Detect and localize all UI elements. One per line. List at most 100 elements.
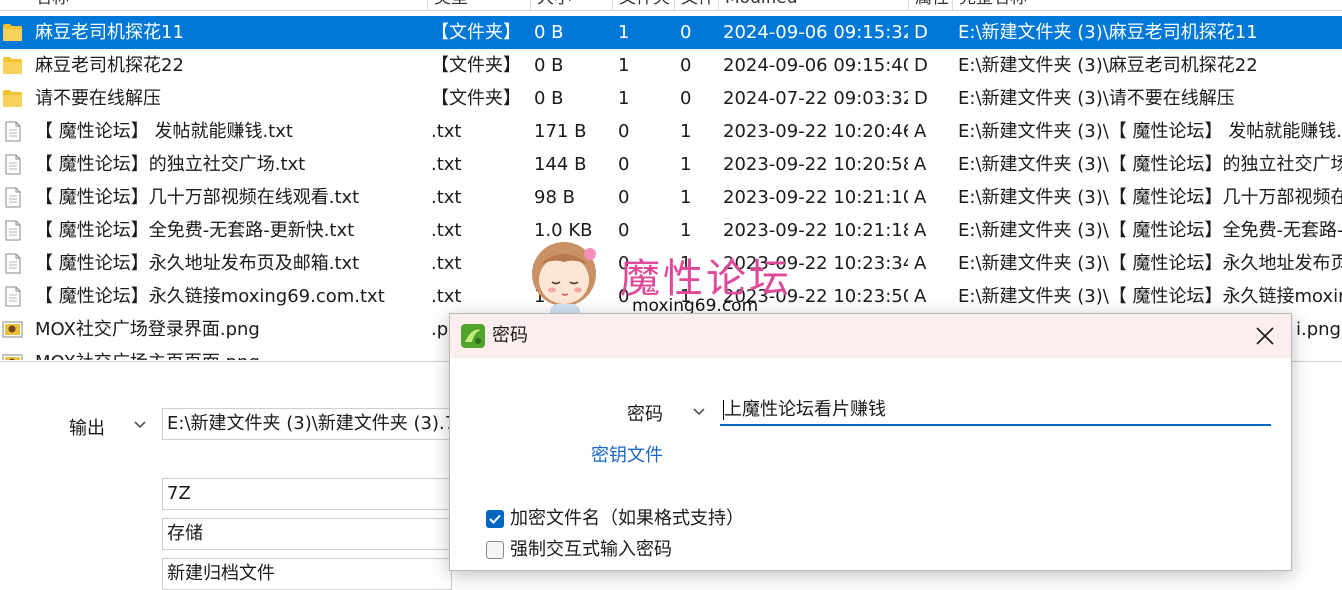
column-header-fullname[interactable]: 完整名称 bbox=[952, 0, 1342, 10]
file-type: .txt bbox=[431, 154, 462, 175]
file-row[interactable]: 【 魔性论坛】 发帖就能赚钱.txt .txt 171 B 0 1 2023-09-22 … bbox=[0, 115, 1342, 148]
output-history-dropdown[interactable] bbox=[133, 414, 147, 430]
file-attributes: A bbox=[914, 154, 927, 175]
folder-icon bbox=[3, 24, 22, 41]
checkmark-icon bbox=[489, 514, 501, 524]
close-icon bbox=[1256, 327, 1274, 345]
chevron-down-icon bbox=[134, 421, 146, 429]
encrypt-filenames-checkbox[interactable] bbox=[486, 510, 504, 528]
password-history-dropdown[interactable] bbox=[692, 400, 706, 417]
file-folder-count: 0 bbox=[618, 253, 630, 274]
file-type: .txt bbox=[431, 286, 462, 307]
file-folder-count: 1 bbox=[618, 55, 630, 76]
password-input[interactable]: 上魔性论坛看片赚钱 bbox=[720, 396, 1271, 426]
file-row[interactable]: 【 魔性论坛】永久链接moxing69.com.txt .txt 1 0 1 2023-0… bbox=[0, 280, 1342, 313]
file-fullname: E:\新建文件夹 (3)\【 魔性论坛】永久地址发布页及邮箱.txt bbox=[958, 253, 1342, 274]
app-icon bbox=[461, 324, 485, 348]
partial-field[interactable]: 新建归档文件 bbox=[162, 558, 452, 590]
file-modified: 2023-09-22 10:23:50 bbox=[723, 286, 908, 307]
file-fullname: E:\新建文件夹 (3)\【 魔性论坛】几十万部视频在线观看.txt bbox=[958, 187, 1342, 208]
file-type: .txt bbox=[431, 121, 462, 142]
file-name: MOX社交广场主页页面.png bbox=[35, 346, 427, 360]
file-fullname-tail: i.png bbox=[1296, 319, 1341, 340]
file-attributes: D bbox=[914, 55, 928, 76]
image-file-icon bbox=[2, 354, 23, 360]
file-size: 171 B bbox=[534, 121, 587, 142]
file-size: 98 B bbox=[534, 187, 575, 208]
file-size bbox=[534, 247, 612, 280]
compression-method-select[interactable]: 存储 bbox=[162, 518, 452, 550]
file-attributes: A bbox=[914, 187, 927, 208]
column-header-modified[interactable]: Modified bbox=[718, 0, 908, 10]
file-modified: 2023-09-22 10:21:10 bbox=[723, 187, 908, 208]
file-size: 0 B bbox=[534, 22, 564, 43]
password-dialog: 密码 密码 上魔性论坛看片赚钱 密钥文件 加密文件名（如果格式支持） 强制交互式… bbox=[449, 313, 1292, 571]
file-file-count: 0 bbox=[680, 22, 692, 43]
file-file-count: 0 bbox=[680, 88, 692, 109]
folder-icon bbox=[3, 90, 22, 107]
file-fullname: E:\新建文件夹 (3)\麻豆老司机探花11 bbox=[958, 22, 1258, 43]
file-size: 0 B bbox=[534, 55, 564, 76]
file-attributes: A bbox=[914, 121, 927, 142]
force-interactive-checkbox[interactable] bbox=[486, 541, 504, 559]
file-row[interactable]: 麻豆老司机探花11 【文件夹】 0 B 1 0 2024-09-06 09:15:32 D E… bbox=[0, 16, 1342, 49]
file-name: 【 魔性论坛】永久链接moxing69.com.txt bbox=[35, 286, 385, 307]
file-file-count: 1 bbox=[680, 121, 692, 142]
text-file-icon bbox=[5, 121, 21, 142]
text-file-icon bbox=[5, 154, 21, 175]
file-row[interactable]: 【 魔性论坛】的独立社交广场.txt .txt 144 B 0 1 2023-09-22 … bbox=[0, 148, 1342, 181]
file-size: 1 bbox=[534, 286, 546, 307]
file-name: 【 魔性论坛】的独立社交广场.txt bbox=[35, 154, 306, 175]
file-attributes: D bbox=[914, 88, 928, 109]
file-type: 【文件夹】 bbox=[431, 22, 521, 43]
file-folder-count: 1 bbox=[618, 88, 630, 109]
column-header-attributes[interactable]: 属性 bbox=[908, 0, 952, 10]
file-modified: 2024-09-06 09:15:40 bbox=[723, 55, 908, 76]
file-folder-count: 1 bbox=[618, 22, 630, 43]
file-size: 0 B bbox=[534, 88, 564, 109]
archive-format-select[interactable]: 7Z bbox=[162, 478, 452, 510]
file-row[interactable]: 麻豆老司机探花22 【文件夹】 0 B 1 0 2024-09-06 09:15:40 D E… bbox=[0, 49, 1342, 82]
file-folder-count: 0 bbox=[618, 286, 630, 307]
image-file-icon bbox=[2, 321, 23, 338]
output-path-field[interactable]: E:\新建文件夹 (3)\新建文件夹 (3).7z bbox=[162, 408, 452, 440]
text-cursor bbox=[723, 400, 724, 420]
output-label: 输出 bbox=[69, 418, 105, 439]
file-file-count: 1 bbox=[680, 253, 692, 274]
file-modified: 2024-07-22 09:03:32 bbox=[723, 88, 908, 109]
file-type: .txt bbox=[431, 220, 462, 241]
file-type: .txt bbox=[431, 253, 462, 274]
folder-icon bbox=[3, 57, 22, 74]
file-row[interactable]: 请不要在线解压 【文件夹】 0 B 1 0 2024-07-22 09:03:32 D E:\… bbox=[0, 82, 1342, 115]
file-attributes: D bbox=[914, 22, 928, 43]
column-header-folders[interactable]: 文件夹 bbox=[612, 0, 674, 10]
file-modified: 2023-09-22 10:23:34 bbox=[723, 253, 908, 274]
file-folder-count: 0 bbox=[618, 220, 630, 241]
encrypt-filenames-label: 加密文件名（如果格式支持） bbox=[510, 508, 744, 529]
file-fullname: E:\新建文件夹 (3)\【 魔性论坛】全免费-无套路-更新快.txt bbox=[958, 220, 1342, 241]
chevron-down-icon bbox=[693, 408, 705, 416]
column-header-name[interactable]: 名称 bbox=[0, 0, 427, 10]
column-header-size[interactable]: 大小 bbox=[530, 0, 612, 10]
close-button[interactable] bbox=[1250, 321, 1280, 351]
file-file-count: 0 bbox=[680, 55, 692, 76]
file-file-count: 1 bbox=[680, 220, 692, 241]
file-modified: 2023-09-22 10:20:58 bbox=[723, 154, 908, 175]
file-list: 名称 类型 大小 文件夹 文件 Modified 属性 完整名称 麻豆老司机探花… bbox=[0, 0, 1342, 360]
column-header-files[interactable]: 文件 bbox=[674, 0, 718, 10]
column-header-type[interactable]: 类型 bbox=[427, 0, 530, 10]
file-row[interactable]: 【 魔性论坛】几十万部视频在线观看.txt .txt 98 B 0 1 2023-09-2… bbox=[0, 181, 1342, 214]
dialog-titlebar[interactable]: 密码 bbox=[450, 314, 1291, 358]
text-file-icon bbox=[5, 220, 21, 241]
keyfile-link[interactable]: 密钥文件 bbox=[591, 441, 663, 467]
file-modified: 2023-09-22 10:20:46 bbox=[723, 121, 908, 142]
file-name: 请不要在线解压 bbox=[35, 88, 161, 109]
file-row[interactable]: 【 魔性论坛】永久地址发布页及邮箱.txt .txt 0 1 2023-09-22 10… bbox=[0, 247, 1342, 280]
file-attributes: A bbox=[914, 253, 927, 274]
file-size: 144 B bbox=[534, 154, 587, 175]
file-fullname: E:\新建文件夹 (3)\请不要在线解压 bbox=[958, 88, 1235, 109]
file-modified: 2023-09-22 10:21:18 bbox=[723, 220, 908, 241]
file-type: 【文件夹】 bbox=[431, 55, 521, 76]
file-folder-count: 0 bbox=[618, 154, 630, 175]
file-row[interactable]: 【 魔性论坛】全免费-无套路-更新快.txt .txt 1.0 KB 0 1 2023-0… bbox=[0, 214, 1342, 247]
